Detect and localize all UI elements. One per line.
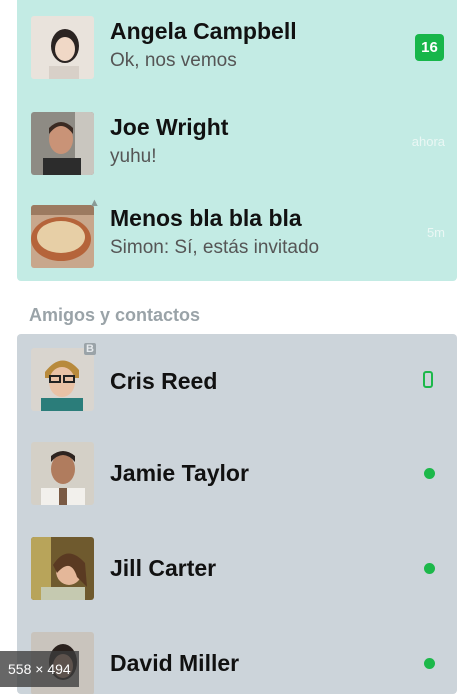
group-icon: ▲ bbox=[89, 197, 100, 209]
conversation-name: Joe Wright bbox=[110, 114, 229, 140]
conversation-item[interactable]: Angela Campbell Ok, nos vemos 16 bbox=[17, 0, 457, 96]
contact-name: Jamie Taylor bbox=[110, 460, 249, 486]
timestamp: 5m bbox=[426, 225, 445, 240]
contact-item[interactable]: B Cris Reed bbox=[17, 334, 457, 426]
avatar bbox=[31, 537, 94, 600]
unread-count-badge: 16 bbox=[415, 34, 444, 61]
online-dot-icon bbox=[424, 468, 435, 479]
status-corner-icon: B bbox=[84, 343, 96, 355]
contact-name: Jill Carter bbox=[110, 555, 217, 581]
conversation-item[interactable]: Joe Wright yuhu! ahora bbox=[17, 96, 457, 191]
avatar bbox=[31, 442, 94, 505]
image-size-overlay: 558 × 494 bbox=[0, 651, 79, 687]
online-dot-icon bbox=[424, 563, 435, 574]
friends-list: B Cris Reed Jamie Taylor Jill Carter Dav… bbox=[17, 334, 457, 694]
timestamp: ahora bbox=[411, 134, 445, 149]
avatar bbox=[31, 112, 94, 175]
avatar bbox=[31, 348, 94, 411]
conversation-message: yuhu! bbox=[110, 146, 157, 167]
avatar bbox=[31, 205, 94, 268]
mobile-icon bbox=[423, 371, 433, 388]
conversation-message: Ok, nos vemos bbox=[110, 50, 237, 71]
conversation-name: Angela Campbell bbox=[110, 18, 297, 44]
contact-name: Cris Reed bbox=[110, 368, 218, 394]
online-dot-icon bbox=[424, 658, 435, 669]
conversation-name: Menos bla bla bla bbox=[110, 205, 302, 231]
conversation-message: Simon: Sí, estás invitado bbox=[110, 237, 320, 258]
contact-item[interactable]: Jill Carter bbox=[17, 521, 457, 616]
contact-name: David Miller bbox=[110, 650, 240, 676]
avatar bbox=[31, 16, 94, 79]
conversation-item[interactable]: ▲ Menos bla bla bla Simon: Sí, estás inv… bbox=[17, 191, 457, 281]
contact-item[interactable]: Jamie Taylor bbox=[17, 426, 457, 521]
recent-conversations-list: Angela Campbell Ok, nos vemos 16 Joe Wri… bbox=[17, 0, 457, 281]
section-title: Amigos y contactos bbox=[29, 305, 201, 325]
contact-item[interactable]: David Miller bbox=[17, 616, 457, 694]
